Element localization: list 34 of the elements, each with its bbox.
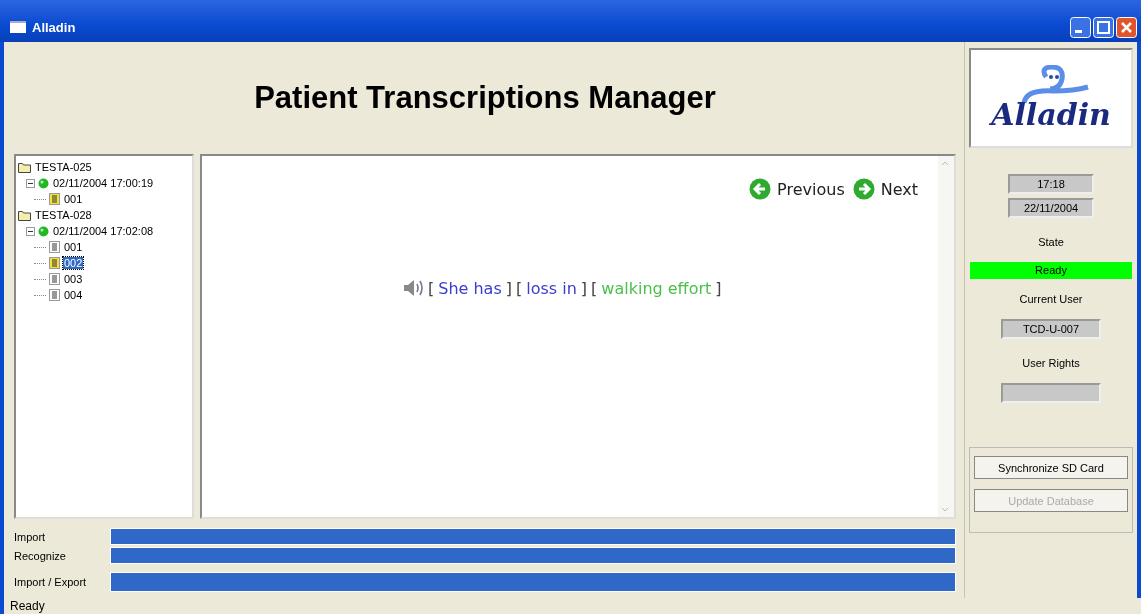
tree-item[interactable]: TESTA-025 — [34, 161, 93, 173]
tree-item[interactable]: 02/11/2004 17:00:19 — [52, 177, 155, 189]
rights-label: User Rights — [1022, 357, 1080, 369]
bracket: ] — [505, 278, 512, 298]
window-title: Alladin — [32, 19, 77, 35]
progress-label: Recognize — [14, 549, 67, 562]
transcribed-word[interactable]: loss in — [526, 278, 577, 298]
bracket: ] — [580, 278, 588, 298]
transcribed-word[interactable]: She has — [438, 278, 502, 298]
previous-button[interactable]: Previous — [749, 178, 845, 200]
tree-item[interactable]: TESTA-028 — [34, 209, 93, 221]
tree-item[interactable]: 003 — [63, 273, 84, 285]
state-label: State — [1038, 236, 1064, 248]
next-button[interactable]: Next — [852, 178, 918, 200]
time-field: 17:18 — [1008, 174, 1094, 194]
tree-item[interactable]: 001 — [63, 241, 84, 253]
progress-label: Import / Export — [14, 576, 88, 588]
user-field: TCD-U-007 — [1001, 319, 1101, 339]
bracket: [ — [516, 278, 523, 298]
status-text: Ready — [10, 599, 45, 613]
tree-item[interactable]: 004 — [63, 289, 84, 301]
tree-item[interactable]: 02/11/2004 17:02:08 — [52, 225, 155, 237]
state-indicator: Ready — [970, 262, 1132, 279]
bracket: [ — [428, 278, 435, 298]
bracket: [ — [591, 278, 598, 298]
date-field: 22/11/2004 — [1008, 198, 1094, 218]
bracket: ] — [715, 278, 722, 298]
logo-text: Alladin — [991, 96, 1111, 132]
tree-item[interactable]: 001 — [63, 193, 84, 205]
action-button[interactable]: Synchronize SD Card — [974, 456, 1128, 479]
tree-item[interactable]: 002 — [63, 257, 84, 269]
app-title: Patient Transcriptions Manager — [254, 80, 716, 116]
user-label: Current User — [1019, 293, 1083, 305]
progress-label: Import — [14, 530, 47, 543]
